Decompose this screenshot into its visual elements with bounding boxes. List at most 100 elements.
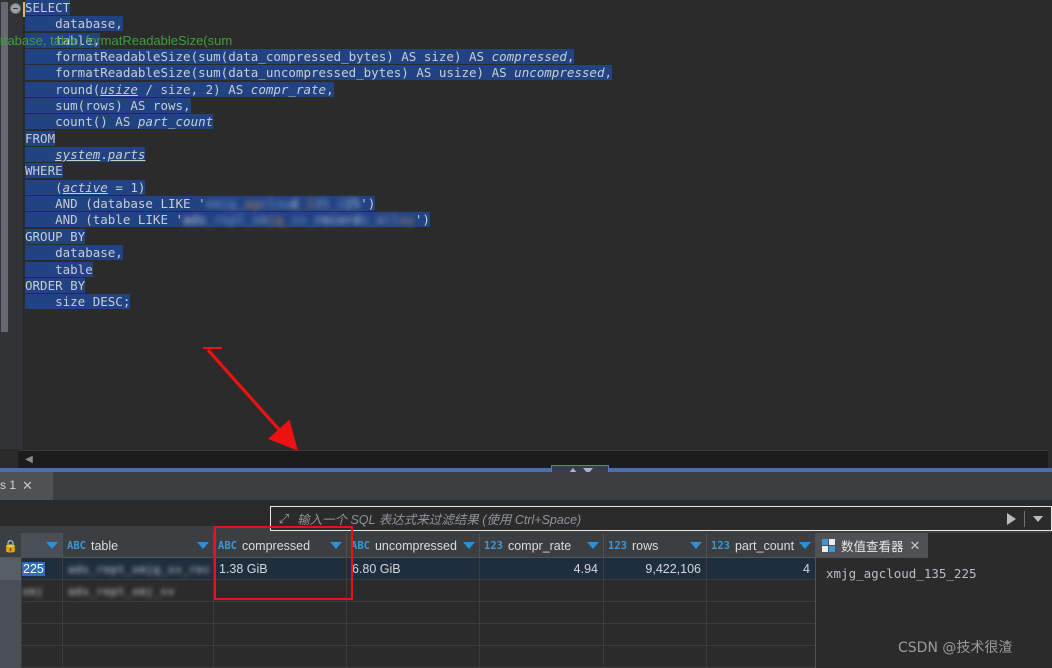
column-header-table-label: table bbox=[90, 538, 119, 553]
cell-table[interactable]: ads_rept_xmj_sv bbox=[63, 580, 214, 602]
column-header-compr-rate[interactable]: 123 compr_rate bbox=[480, 533, 604, 558]
sql-code-text[interactable]: SELECT database, table, formatReadableSi… bbox=[25, 0, 1045, 449]
cell-uncompressed[interactable] bbox=[347, 646, 480, 668]
cell-compressed[interactable] bbox=[214, 580, 347, 602]
column-header-rows[interactable]: 123 rows bbox=[604, 533, 707, 558]
cell-compr-rate[interactable] bbox=[480, 602, 604, 624]
value-viewer-content[interactable]: xmjg_agcloud_135_225 bbox=[816, 558, 1052, 589]
column-header-uncompressed-label: uncompressed bbox=[374, 538, 457, 553]
column-header-lock[interactable]: 🔒 bbox=[0, 533, 22, 558]
scroll-left-icon[interactable]: ◀ bbox=[22, 452, 36, 467]
filter-chevron-icon[interactable] bbox=[587, 542, 599, 549]
column-header-uncompressed[interactable]: ABC uncompressed bbox=[347, 533, 480, 558]
table-row[interactable] bbox=[0, 624, 815, 646]
table-row[interactable]: 225 ads_rept_xmjg_sv_rec 1.38 GiB 6.80 G… bbox=[0, 558, 815, 580]
row-lock-cell[interactable] bbox=[0, 624, 22, 646]
column-header-compressed-label: compressed bbox=[241, 538, 311, 553]
cell-table[interactable]: ads_rept_xmjg_sv_rec bbox=[63, 558, 214, 580]
cell-compr-rate[interactable] bbox=[480, 580, 604, 602]
value-viewer-tab[interactable]: 数值查看器 ✕ bbox=[816, 533, 929, 558]
row-lock-cell[interactable] bbox=[0, 646, 22, 668]
column-header-part-count[interactable]: 123 part_count bbox=[707, 533, 815, 558]
cell-table[interactable] bbox=[63, 624, 214, 646]
column-header-database[interactable] bbox=[22, 533, 63, 558]
cell-compr-rate[interactable]: 4.94 bbox=[480, 558, 604, 580]
cell-rows[interactable] bbox=[604, 602, 707, 624]
filter-query-text[interactable]: ECT database, table, formatReadableSize(… bbox=[0, 29, 232, 53]
close-icon[interactable]: ✕ bbox=[22, 479, 33, 492]
cell-compressed[interactable] bbox=[214, 646, 347, 668]
cell-uncompressed[interactable] bbox=[347, 624, 480, 646]
column-header-rows-label: rows bbox=[631, 538, 659, 553]
cell-rows-value: 9,422,106 bbox=[645, 562, 701, 576]
cell-part-count[interactable] bbox=[707, 624, 815, 646]
column-header-compressed[interactable]: ABC compressed bbox=[214, 533, 347, 558]
cell-database[interactable]: 225 bbox=[22, 558, 63, 580]
editor-marker-strip[interactable] bbox=[0, 0, 9, 449]
cell-part-count[interactable]: 4 bbox=[707, 558, 815, 580]
code-line: system.parts bbox=[25, 147, 1045, 163]
chevron-down-icon bbox=[1033, 515, 1043, 522]
cell-database[interactable] bbox=[22, 602, 63, 624]
result-panel: s 1 ✕ 🔒 ABC table ABC compressed ABC unc… bbox=[0, 472, 1052, 668]
cell-compressed[interactable]: 1.38 GiB bbox=[214, 558, 347, 580]
cell-table[interactable] bbox=[63, 602, 214, 624]
cell-uncompressed[interactable]: 6.80 GiB bbox=[347, 558, 480, 580]
expand-arrows-icon[interactable]: ⤢ bbox=[273, 508, 295, 530]
cell-uncompressed[interactable] bbox=[347, 602, 480, 624]
filter-history-dropdown[interactable] bbox=[1025, 507, 1051, 530]
value-viewer-icon bbox=[822, 539, 835, 552]
code-line: (active = 1) bbox=[25, 179, 146, 195]
table-row[interactable] bbox=[0, 646, 815, 668]
filter-chevron-icon[interactable] bbox=[799, 542, 811, 549]
table-row[interactable] bbox=[0, 602, 815, 624]
cell-rows[interactable] bbox=[604, 580, 707, 602]
code-line: count() AS part_count bbox=[25, 114, 214, 130]
cell-database[interactable] bbox=[22, 624, 63, 646]
column-header-table[interactable]: ABC table bbox=[63, 533, 214, 558]
filter-run-button[interactable] bbox=[998, 507, 1024, 530]
cell-rows[interactable] bbox=[604, 624, 707, 646]
sql-editor-pane[interactable]: SELECT database, table, formatReadableSi… bbox=[0, 0, 1052, 449]
code-line: SELECT bbox=[25, 0, 71, 15]
filter-chevron-icon[interactable] bbox=[690, 542, 702, 549]
result-tab[interactable]: s 1 ✕ bbox=[0, 472, 53, 500]
cell-database-value: xmj bbox=[22, 584, 44, 598]
cell-compressed[interactable] bbox=[214, 602, 347, 624]
cell-part-count[interactable] bbox=[707, 602, 815, 624]
cell-rows[interactable]: 9,422,106 bbox=[604, 558, 707, 580]
filter-placeholder-text: 输入一个 SQL 表达式来过滤结果 (使用 Ctrl+Space) bbox=[297, 513, 582, 527]
row-lock-cell[interactable] bbox=[0, 558, 22, 580]
cell-uncompressed[interactable] bbox=[347, 580, 480, 602]
cell-compr-rate[interactable] bbox=[480, 624, 604, 646]
close-icon[interactable]: ✕ bbox=[910, 538, 921, 554]
cell-table[interactable] bbox=[63, 646, 214, 668]
code-line: ORDER BY bbox=[25, 277, 86, 293]
cell-part-count[interactable] bbox=[707, 580, 815, 602]
editor-gutter[interactable] bbox=[9, 0, 23, 449]
code-line: FROM bbox=[25, 130, 56, 146]
collapse-minus-icon[interactable] bbox=[10, 3, 21, 14]
filter-input-box[interactable]: ⤢ 输入一个 SQL 表达式来过滤结果 (使用 Ctrl+Space) bbox=[270, 506, 1052, 531]
value-viewer-title: 数值查看器 bbox=[841, 540, 904, 554]
play-icon bbox=[1006, 512, 1016, 525]
cell-compressed[interactable] bbox=[214, 624, 347, 646]
result-grid-header: 🔒 ABC table ABC compressed ABC uncompres… bbox=[0, 533, 815, 558]
table-row[interactable]: xmj ads_rept_xmj_sv bbox=[0, 580, 815, 602]
cell-uncompressed-value: 6.80 GiB bbox=[352, 562, 401, 576]
code-line: size DESC; bbox=[25, 294, 131, 310]
filter-chevron-icon[interactable] bbox=[330, 542, 342, 549]
row-lock-cell[interactable] bbox=[0, 602, 22, 624]
result-grid[interactable]: 🔒 ABC table ABC compressed ABC uncompres… bbox=[0, 533, 815, 668]
cell-database[interactable]: xmj bbox=[22, 580, 63, 602]
cell-rows[interactable] bbox=[604, 646, 707, 668]
row-lock-cell[interactable] bbox=[0, 580, 22, 602]
filter-chevron-icon[interactable] bbox=[46, 542, 58, 549]
filter-chevron-icon[interactable] bbox=[197, 542, 209, 549]
cell-part-count[interactable] bbox=[707, 646, 815, 668]
cell-compr-rate[interactable] bbox=[480, 646, 604, 668]
cell-database[interactable] bbox=[22, 646, 63, 668]
filter-chevron-icon[interactable] bbox=[463, 542, 475, 549]
code-line: formatReadableSize(sum(data_uncompressed… bbox=[25, 65, 613, 81]
editor-horizontal-scrollbar[interactable] bbox=[18, 450, 1048, 470]
